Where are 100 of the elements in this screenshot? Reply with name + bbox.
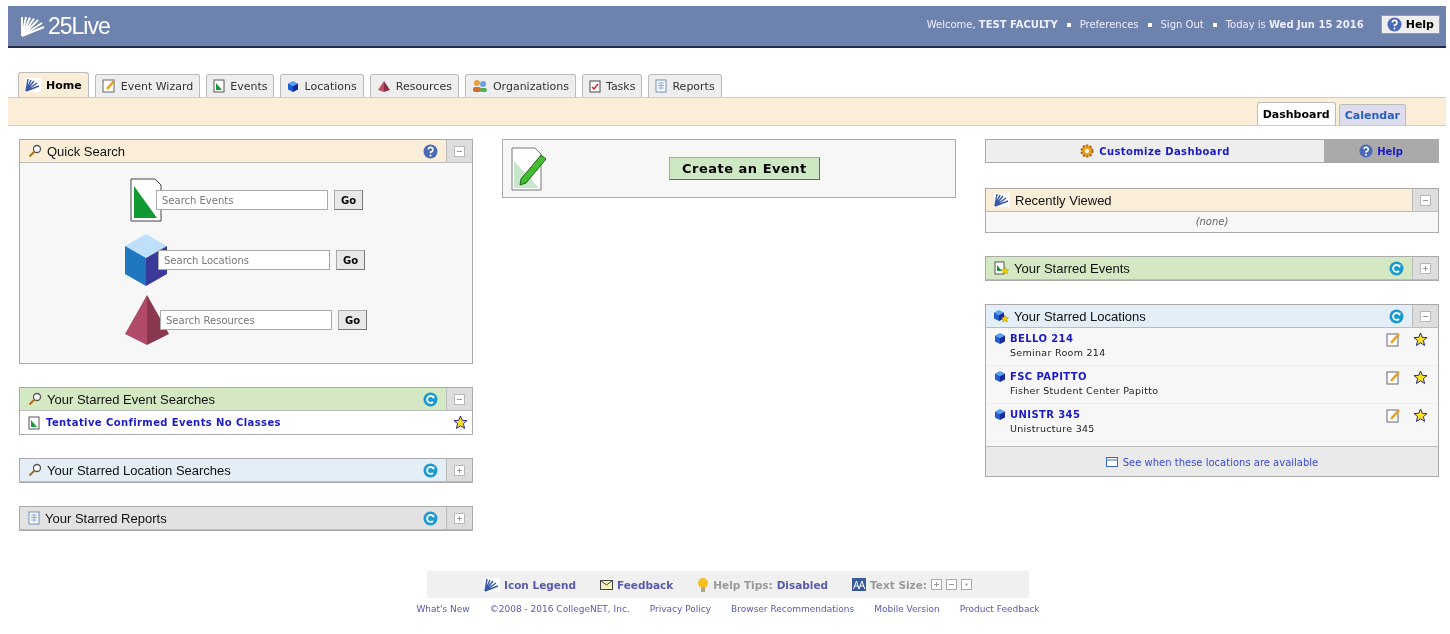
- edit-icon[interactable]: [1386, 370, 1401, 385]
- logo-icon: [20, 15, 46, 37]
- panel-title: Your Starred Events: [1014, 260, 1130, 276]
- help-button[interactable]: Help: [1380, 15, 1440, 34]
- edit-icon[interactable]: [1386, 332, 1401, 347]
- create-event-button[interactable]: Create an Event: [669, 157, 820, 180]
- expand-button[interactable]: [1420, 262, 1431, 274]
- expand-button[interactable]: [454, 512, 465, 524]
- cube-icon: [994, 408, 1006, 421]
- nav-tab[interactable]: Tasks: [582, 74, 643, 97]
- availability-link[interactable]: See when these locations are available: [1105, 456, 1319, 468]
- go-button[interactable]: Go: [334, 190, 364, 210]
- help-icon[interactable]: [423, 143, 438, 159]
- icon-legend-link[interactable]: Icon Legend: [484, 577, 576, 592]
- welcome-text: Welcome, TEST FACULTY: [926, 19, 1058, 30]
- panel-title: Quick Search: [47, 143, 126, 159]
- cube-icon: [287, 79, 300, 93]
- customize-dashboard-button[interactable]: Customize Dashboard: [986, 140, 1324, 162]
- nav-tab[interactable]: Organizations: [464, 74, 576, 97]
- clipboard-icon: [589, 79, 601, 93]
- starred-event-icon: [994, 261, 1009, 275]
- view-tab[interactable]: Dashboard: [1256, 102, 1336, 125]
- refresh-icon[interactable]: [423, 462, 438, 478]
- pyramid-icon: [376, 79, 391, 93]
- help-button[interactable]: Help: [1324, 140, 1438, 162]
- help-tips-toggle[interactable]: Disabled: [776, 578, 829, 591]
- people-icon: [471, 79, 488, 93]
- report-icon: [655, 79, 668, 93]
- magnifier-icon: [28, 463, 42, 477]
- nav-tab[interactable]: Event Wizard: [94, 74, 201, 97]
- footer-link[interactable]: Mobile Version: [874, 604, 940, 614]
- search-field[interactable]: Search Resources: [160, 310, 332, 330]
- refresh-icon[interactable]: [1389, 308, 1404, 324]
- nav-tab[interactable]: Home: [18, 72, 89, 97]
- star-icon[interactable]: [453, 415, 468, 430]
- location-link[interactable]: BELLO 214: [1010, 333, 1074, 344]
- magnifier-icon: [28, 144, 42, 158]
- text-size-label: Text Size:: [870, 578, 927, 591]
- cube-icon: [994, 370, 1006, 383]
- starred-location-icon: [994, 309, 1009, 323]
- gear-icon: [1080, 144, 1095, 158]
- edit-icon: [101, 79, 116, 93]
- nav-tab[interactable]: Reports: [648, 74, 722, 97]
- nav-tab[interactable]: Resources: [369, 74, 459, 97]
- cube-icon: [994, 332, 1006, 345]
- lightbulb-icon: [697, 576, 710, 593]
- panel-title: Your Starred Location Searches: [47, 462, 231, 478]
- calendar-icon: [1105, 457, 1118, 467]
- header-link[interactable]: Preferences: [1079, 19, 1139, 30]
- logo-icon: [994, 193, 1010, 207]
- panel-title: Your Starred Locations: [1014, 308, 1146, 324]
- magnifier-icon: [28, 392, 42, 406]
- report-icon: [28, 511, 40, 525]
- envelope-icon: [599, 579, 613, 590]
- date-text: Today is Wed Jun 15 2016: [1225, 19, 1364, 30]
- document-icon: [213, 79, 226, 93]
- logo[interactable]: 25Live: [20, 12, 110, 40]
- edit-icon[interactable]: [1386, 408, 1401, 423]
- empty-text: (none): [1195, 216, 1229, 227]
- view-tab[interactable]: Calendar: [1338, 104, 1406, 125]
- pencil-document-icon: [511, 146, 549, 191]
- location-description: Unistructure 345: [1009, 423, 1096, 434]
- collapse-button[interactable]: [454, 145, 465, 157]
- star-icon[interactable]: [1413, 332, 1428, 347]
- location-link[interactable]: FSC PAPITTO: [1010, 371, 1087, 382]
- collapse-button[interactable]: [1420, 194, 1431, 206]
- document-icon: [130, 178, 162, 222]
- document-icon: [28, 415, 40, 430]
- refresh-icon[interactable]: [1389, 260, 1404, 276]
- increase-size-button[interactable]: [931, 579, 942, 590]
- help-tips-label: Help Tips:: [713, 578, 773, 591]
- footer-link[interactable]: Browser Recommendations: [731, 604, 855, 614]
- expand-button[interactable]: [454, 464, 465, 476]
- refresh-icon[interactable]: [423, 510, 438, 526]
- panel-title: Your Starred Reports: [45, 510, 167, 526]
- search-field[interactable]: Search Events: [156, 190, 328, 210]
- decrease-size-button[interactable]: [946, 579, 957, 590]
- nav-tab[interactable]: Events: [206, 74, 275, 97]
- help-icon: [1386, 17, 1402, 32]
- text-size-icon: [852, 578, 867, 591]
- location-link[interactable]: UNISTR 345: [1010, 409, 1081, 420]
- collapse-button[interactable]: [1420, 310, 1431, 322]
- refresh-icon[interactable]: [423, 391, 438, 407]
- go-button[interactable]: Go: [338, 310, 368, 330]
- logo-icon: [484, 577, 500, 592]
- reset-size-button[interactable]: [961, 579, 972, 590]
- panel-title: Recently Viewed: [1015, 192, 1112, 208]
- help-icon: [1359, 144, 1374, 158]
- search-field[interactable]: Search Locations: [158, 250, 330, 270]
- footer-link[interactable]: ©2008 - 2016 CollegeNET, Inc.: [489, 604, 630, 614]
- footer-link[interactable]: Product Feedback: [959, 604, 1040, 614]
- feedback-link[interactable]: Feedback: [599, 578, 674, 591]
- star-icon[interactable]: [1413, 408, 1428, 423]
- footer-link[interactable]: Privacy Policy: [649, 604, 712, 614]
- footer-link[interactable]: What's New: [416, 604, 470, 614]
- go-button[interactable]: Go: [336, 250, 366, 270]
- collapse-button[interactable]: [454, 393, 465, 405]
- logo-icon: [25, 78, 41, 92]
- nav-tab[interactable]: Locations: [280, 74, 364, 97]
- star-icon[interactable]: [1413, 370, 1428, 385]
